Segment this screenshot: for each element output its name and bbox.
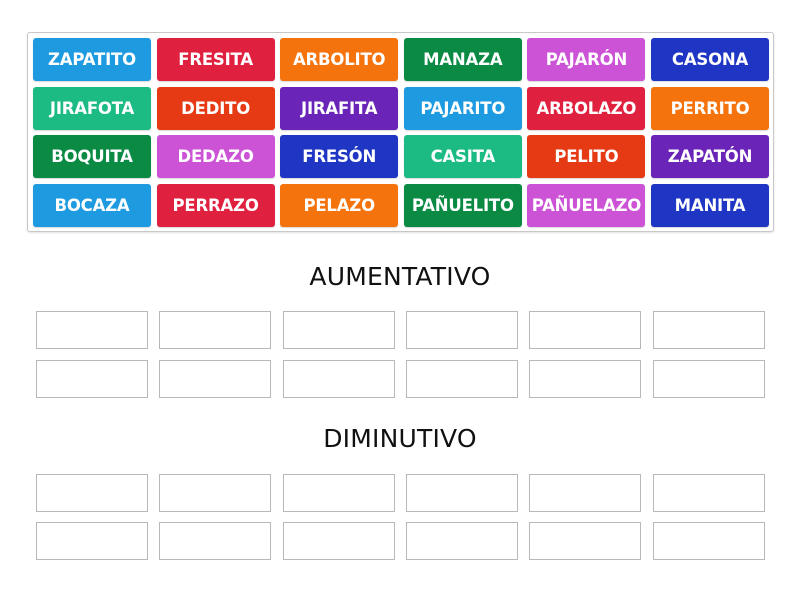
word-tile[interactable]: DEDITO bbox=[156, 86, 275, 130]
drop-slot[interactable] bbox=[282, 311, 395, 349]
word-tile[interactable]: PAÑUELITO bbox=[403, 184, 522, 228]
drop-slot[interactable] bbox=[282, 474, 395, 512]
drop-slot[interactable] bbox=[529, 522, 642, 560]
word-tile[interactable]: PERRITO bbox=[651, 86, 769, 130]
drop-slot[interactable] bbox=[529, 474, 642, 512]
word-tile[interactable]: BOCAZA bbox=[33, 184, 151, 228]
drop-slot[interactable] bbox=[652, 360, 765, 398]
word-tile[interactable]: PAJARÓN bbox=[527, 38, 646, 81]
word-tile[interactable]: CASONA bbox=[651, 38, 769, 81]
word-tile[interactable]: PERRAZO bbox=[156, 184, 275, 228]
drop-slot[interactable] bbox=[405, 360, 518, 398]
word-tile[interactable]: FRESÓN bbox=[280, 135, 399, 179]
drop-slot[interactable] bbox=[652, 311, 765, 349]
word-tile[interactable]: JIRAFOTA bbox=[33, 86, 151, 130]
drop-slot[interactable] bbox=[159, 360, 272, 398]
word-tile[interactable]: BOQUITA bbox=[33, 135, 151, 179]
drop-slot[interactable] bbox=[159, 522, 272, 560]
word-tile[interactable]: FRESITA bbox=[156, 38, 275, 81]
word-tile[interactable]: ZAPATÓN bbox=[651, 135, 769, 179]
group-title-aumentativo: AUMENTATIVO bbox=[309, 262, 491, 291]
drop-slot[interactable] bbox=[159, 474, 272, 512]
word-tile[interactable]: PAJARITO bbox=[403, 86, 522, 130]
drop-slot[interactable] bbox=[159, 311, 272, 349]
drop-slot[interactable] bbox=[36, 522, 148, 560]
drop-slot[interactable] bbox=[405, 474, 518, 512]
drop-slot[interactable] bbox=[405, 522, 518, 560]
word-tile[interactable]: DEDAZO bbox=[156, 135, 275, 179]
word-tile[interactable]: CASITA bbox=[403, 135, 522, 179]
drop-slot[interactable] bbox=[405, 311, 518, 349]
drop-slot[interactable] bbox=[282, 360, 395, 398]
word-tile[interactable]: PELITO bbox=[527, 135, 646, 179]
group-title-diminutivo: DIMINUTIVO bbox=[323, 424, 477, 453]
drop-slot[interactable] bbox=[529, 360, 642, 398]
word-tile[interactable]: ARBOLAZO bbox=[527, 86, 646, 130]
drop-slot[interactable] bbox=[282, 522, 395, 560]
word-tile[interactable]: PAÑUELAZO bbox=[527, 184, 646, 228]
word-tile-pool: ZAPATITO FRESITA ARBOLITO MANAZA PAJARÓN CASO… bbox=[27, 32, 774, 232]
word-tile[interactable]: JIRAFITA bbox=[280, 86, 399, 130]
word-tile[interactable]: MANAZA bbox=[403, 38, 522, 81]
drop-slot[interactable] bbox=[652, 474, 765, 512]
drop-slot[interactable] bbox=[652, 522, 765, 560]
word-tile[interactable]: ARBOLITO bbox=[280, 38, 399, 81]
drop-slot[interactable] bbox=[529, 311, 642, 349]
word-tile[interactable]: PELAZO bbox=[280, 184, 399, 228]
drop-slot[interactable] bbox=[36, 474, 148, 512]
drop-slot[interactable] bbox=[36, 360, 148, 398]
word-tile[interactable]: MANITA bbox=[651, 184, 769, 228]
word-tile[interactable]: ZAPATITO bbox=[33, 38, 151, 81]
drop-slot[interactable] bbox=[36, 311, 148, 349]
